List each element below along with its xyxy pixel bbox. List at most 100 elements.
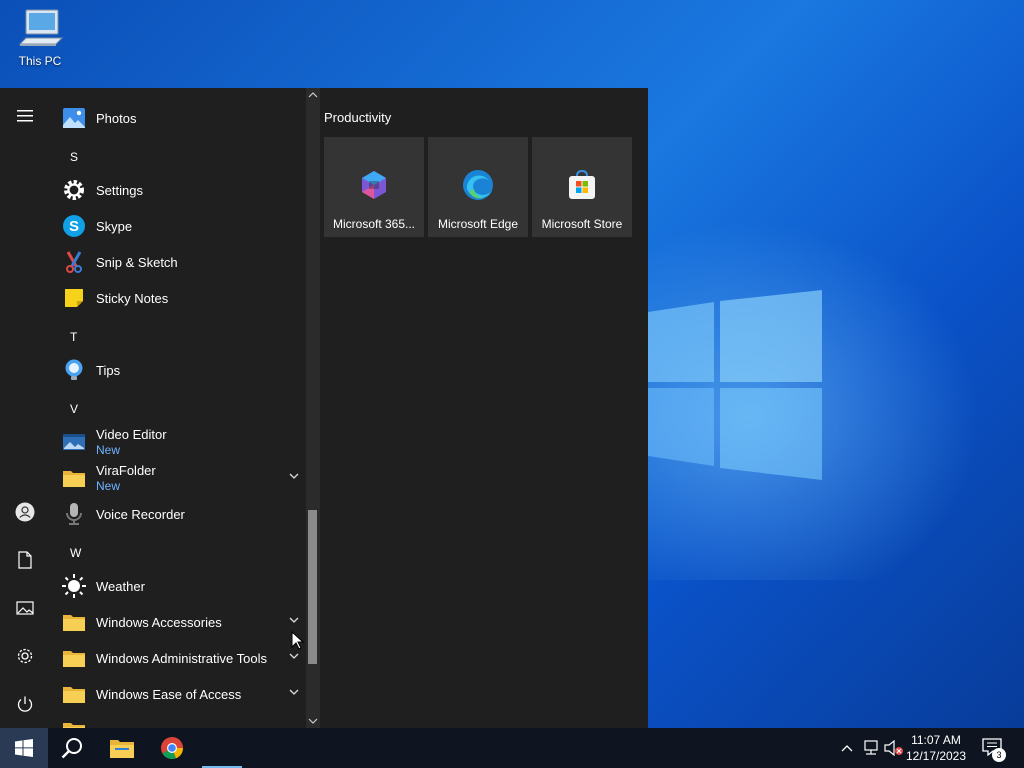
skype-icon: S bbox=[63, 215, 85, 237]
sun-icon bbox=[62, 574, 86, 598]
svg-text:S: S bbox=[69, 218, 79, 235]
app-name: Voice Recorder bbox=[96, 506, 185, 522]
folder-icon bbox=[63, 651, 85, 667]
start-button[interactable] bbox=[0, 728, 48, 768]
app-name: Windows Accessories bbox=[96, 614, 222, 630]
settings-icon bbox=[17, 648, 33, 664]
app-name: Photos bbox=[96, 110, 137, 126]
pictures-icon bbox=[16, 601, 34, 615]
app-item-video-editor[interactable]: Video Editor New bbox=[50, 424, 306, 460]
power-icon bbox=[17, 696, 33, 712]
gear-icon bbox=[64, 180, 84, 200]
file-explorer-button[interactable] bbox=[98, 728, 146, 768]
tile-microsoft-store[interactable]: Microsoft Store bbox=[532, 137, 632, 237]
app-item-tips[interactable]: Tips bbox=[50, 352, 306, 388]
photos-icon bbox=[63, 108, 85, 128]
settings-rail-button[interactable] bbox=[0, 636, 50, 676]
folder-item-virafolder[interactable]: ViraFolder New bbox=[50, 460, 306, 496]
notification-count-badge: 3 bbox=[992, 748, 1006, 762]
video-editor-icon bbox=[63, 434, 85, 450]
section-letter[interactable]: S bbox=[70, 150, 78, 164]
volume-muted-icon bbox=[884, 740, 903, 756]
app-name: Video Editor bbox=[96, 427, 167, 442]
file-explorer-icon bbox=[110, 740, 134, 758]
folder-icon bbox=[63, 687, 85, 703]
pictures-button[interactable] bbox=[0, 588, 50, 628]
app-row-partial bbox=[50, 88, 306, 94]
clock-time: 11:07 AM bbox=[911, 733, 961, 747]
chrome-icon bbox=[161, 737, 184, 760]
section-letter[interactable]: V bbox=[70, 402, 78, 416]
show-hidden-icons-button[interactable] bbox=[837, 738, 857, 758]
app-item-photos[interactable]: Photos bbox=[50, 100, 306, 136]
windows-start-icon bbox=[15, 739, 33, 757]
tile-label: Microsoft 365... bbox=[332, 217, 416, 231]
tiles-pane: Productivity Microsoft 365... Microsoft … bbox=[320, 88, 648, 728]
app-name: Settings bbox=[96, 182, 143, 198]
taskbar: 11:07 AM 12/17/2023 3 bbox=[0, 728, 1024, 768]
windows-wallpaper-logo-icon bbox=[648, 290, 822, 480]
app-name: Weather bbox=[96, 578, 145, 594]
app-item-settings[interactable]: Settings bbox=[50, 172, 306, 208]
start-menu: Photos S Settings S Skype Snip & Sketch … bbox=[0, 88, 648, 728]
folder-icon bbox=[63, 615, 85, 631]
scroll-down-button[interactable] bbox=[306, 714, 320, 728]
user-account-button[interactable] bbox=[0, 492, 50, 532]
chevron-down-icon[interactable] bbox=[288, 686, 300, 698]
volume-button[interactable] bbox=[884, 738, 904, 758]
scroll-up-button[interactable] bbox=[306, 88, 320, 102]
app-item-weather[interactable]: Weather bbox=[50, 568, 306, 604]
mouse-cursor-icon bbox=[291, 631, 305, 650]
power-button[interactable] bbox=[0, 684, 50, 724]
app-item-sticky-notes[interactable]: Sticky Notes bbox=[50, 280, 306, 316]
new-badge: New bbox=[96, 479, 121, 493]
edge-icon bbox=[463, 170, 493, 200]
app-name: Snip & Sketch bbox=[96, 254, 178, 270]
app-name: Skype bbox=[96, 218, 133, 234]
snip-sketch-icon bbox=[66, 251, 82, 273]
app-item-skype[interactable]: S Skype bbox=[50, 208, 306, 244]
app-name: ViraFolder bbox=[96, 463, 156, 478]
documents-button[interactable] bbox=[0, 540, 50, 580]
network-button[interactable] bbox=[861, 738, 881, 758]
tile-label: Microsoft Edge bbox=[437, 217, 519, 231]
chevron-down-icon bbox=[308, 718, 318, 724]
chevron-down-icon[interactable] bbox=[288, 470, 300, 482]
section-letter[interactable]: T bbox=[70, 330, 77, 344]
tile-microsoft-365[interactable]: Microsoft 365... bbox=[324, 137, 424, 237]
app-list: Photos S Settings S Skype Snip & Sketch … bbox=[50, 88, 306, 728]
scroll-thumb[interactable] bbox=[308, 510, 317, 664]
chevron-up-icon bbox=[308, 92, 318, 98]
expand-menu-button[interactable] bbox=[0, 96, 50, 136]
app-item-voice-recorder[interactable]: Voice Recorder bbox=[50, 496, 306, 532]
folder-item-windows-accessories[interactable]: Windows Accessories bbox=[50, 604, 306, 640]
chevron-up-icon bbox=[841, 745, 853, 752]
folder-item-windows-administrative-tools[interactable]: Windows Administrative Tools bbox=[50, 640, 306, 676]
search-button[interactable] bbox=[48, 728, 96, 768]
section-letter[interactable]: W bbox=[70, 546, 81, 560]
microphone-icon bbox=[66, 503, 82, 525]
new-badge: New bbox=[96, 443, 121, 457]
start-left-rail bbox=[0, 88, 50, 728]
taskbar-clock[interactable]: 11:07 AM 12/17/2023 bbox=[904, 732, 968, 764]
network-icon bbox=[864, 740, 878, 755]
tile-group-title[interactable]: Productivity bbox=[324, 110, 391, 125]
sticky-notes-icon bbox=[65, 289, 83, 307]
tile-microsoft-edge[interactable]: Microsoft Edge bbox=[428, 137, 528, 237]
chrome-button[interactable] bbox=[148, 728, 196, 768]
app-name: Windows Ease of Access bbox=[96, 686, 242, 702]
chevron-down-icon[interactable] bbox=[288, 650, 300, 662]
tips-icon bbox=[65, 359, 83, 380]
app-name: Sticky Notes bbox=[96, 290, 169, 306]
chevron-down-icon[interactable] bbox=[288, 614, 300, 626]
app-item-snip-sketch[interactable]: Snip & Sketch bbox=[50, 244, 306, 280]
search-icon bbox=[61, 738, 82, 759]
folder-item-windows-ease-of-access[interactable]: Windows Ease of Access bbox=[50, 676, 306, 712]
clock-date: 12/17/2023 bbox=[905, 749, 967, 763]
folder-item-partial[interactable] bbox=[50, 712, 306, 728]
documents-icon bbox=[18, 551, 32, 569]
desktop-icon-this-pc[interactable]: This PC bbox=[10, 8, 70, 68]
folder-icon bbox=[63, 471, 85, 487]
app-list-scrollbar[interactable] bbox=[306, 88, 320, 728]
hamburger-menu-icon bbox=[17, 110, 33, 122]
